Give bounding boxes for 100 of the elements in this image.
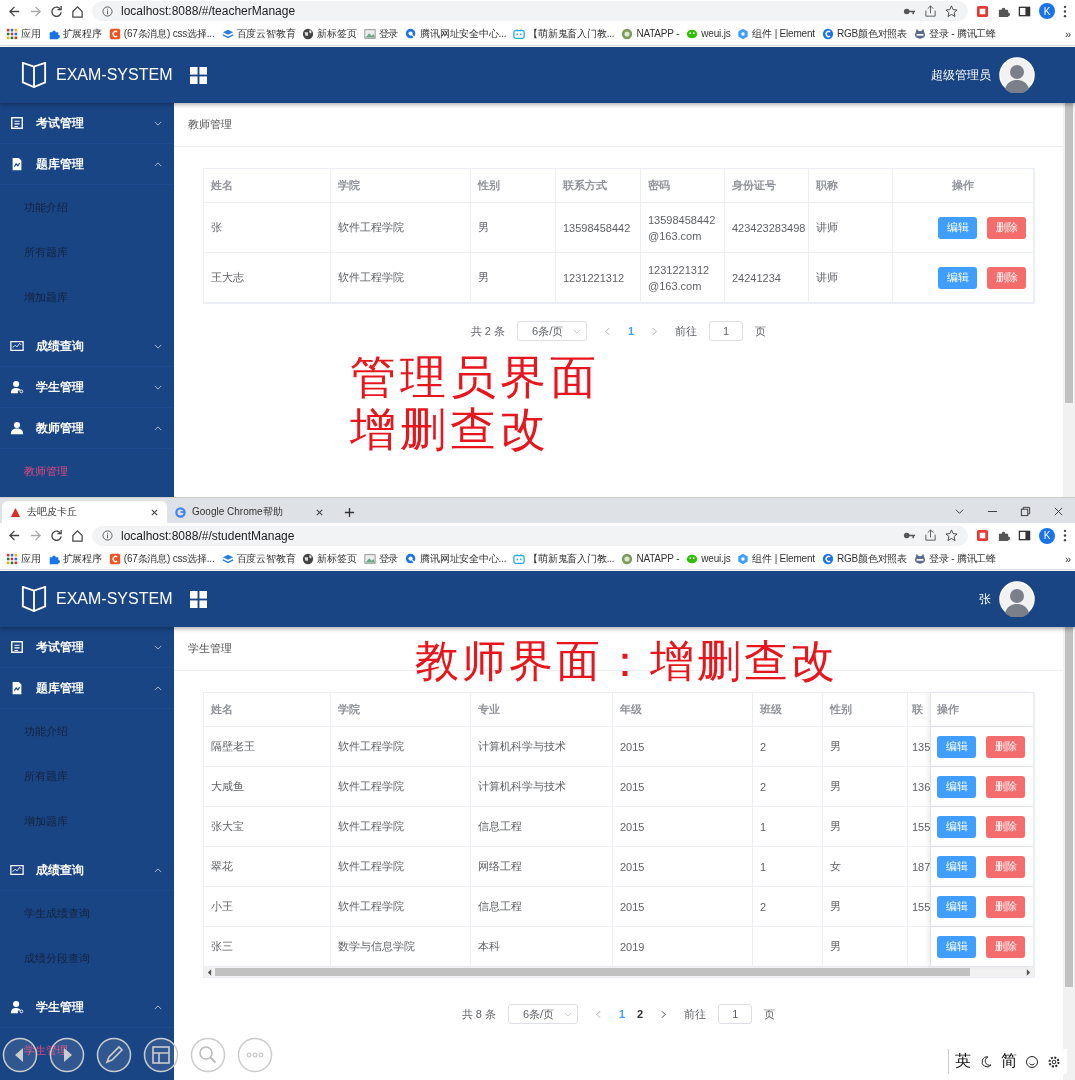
bookmark[interactable]: RGB颜色对照表 (821, 551, 907, 566)
breadcrumb[interactable]: 学生管理 (188, 641, 232, 656)
bookmark[interactable]: 扩展程序 (47, 26, 102, 41)
page-size-select[interactable]: 6条/页 (508, 1004, 578, 1024)
bookmark[interactable]: 百度云智教育 (221, 551, 296, 566)
bookmark[interactable]: 【萌新鬼畜入门教... (513, 551, 615, 566)
bookmark[interactable]: NATAPP - (621, 27, 680, 40)
menu-item[interactable]: 考试管理 (0, 627, 174, 668)
reload-icon[interactable] (50, 529, 63, 542)
star-icon[interactable] (945, 529, 958, 542)
avatar[interactable] (999, 57, 1035, 93)
chevron-down-icon[interactable] (954, 506, 965, 517)
bookmark[interactable]: 应用 (6, 26, 41, 41)
table-cell: 软件工程学院 (338, 270, 404, 285)
menu-item[interactable]: 学生管理 (0, 367, 174, 408)
emoji-icon[interactable] (1025, 1054, 1039, 1069)
hexagon-icon (737, 27, 750, 40)
bookmark[interactable]: 登录 - 腾讯工蜂 (914, 26, 997, 41)
bookmark[interactable]: 新标签页 (302, 26, 357, 41)
close-icon[interactable] (150, 507, 159, 517)
extension-icon[interactable] (976, 529, 989, 542)
home-icon[interactable] (71, 4, 84, 18)
layout-icon[interactable] (143, 1037, 179, 1073)
scroll-right-icon[interactable] (1026, 968, 1031, 976)
restore-icon[interactable] (1020, 506, 1031, 517)
grid-icon[interactable] (190, 590, 207, 608)
bookmark[interactable]: 登录 (363, 551, 399, 566)
bookmark[interactable]: 新标签页 (302, 551, 357, 566)
browser-tab[interactable]: 去吧皮卡丘 (2, 501, 167, 523)
sidebar-icon[interactable] (1018, 4, 1031, 18)
browser-tab[interactable]: Google Chrome帮助 (167, 501, 332, 523)
column-header: 身份证号 (725, 169, 809, 202)
bookmark[interactable]: NATAPP - (621, 552, 680, 565)
back-icon[interactable] (8, 4, 21, 18)
plus-icon[interactable] (344, 507, 355, 518)
menu-item[interactable]: 成绩查询 (0, 850, 174, 891)
page-input[interactable]: 1 (709, 321, 744, 341)
back-icon[interactable] (8, 529, 21, 542)
ime-language[interactable]: 英 (955, 1051, 971, 1072)
table-cell: 大咸鱼 (211, 779, 244, 794)
user-name[interactable]: 张 (979, 590, 991, 608)
bookmark[interactable]: RGB颜色对照表 (821, 26, 907, 41)
reload-icon[interactable] (50, 4, 63, 18)
breadcrumb[interactable]: 教师管理 (188, 117, 232, 132)
share-icon[interactable] (924, 4, 937, 18)
address-field[interactable]: localhost:8088/#/teacherManage (92, 1, 968, 21)
scrollbar[interactable] (1063, 103, 1075, 497)
menu-item[interactable]: 学生管理 (0, 987, 174, 1028)
user-name[interactable]: 超级管理员 (931, 66, 991, 84)
sidebar-icon[interactable] (1018, 529, 1031, 542)
bookmark[interactable]: 应用 (6, 551, 41, 566)
more-icon[interactable] (1063, 529, 1067, 542)
chevron-right-icon[interactable] (661, 1009, 667, 1019)
bookmark[interactable]: weui.js (686, 552, 731, 565)
puzzle-icon[interactable] (997, 529, 1010, 542)
avatar[interactable] (999, 581, 1035, 617)
pen-icon[interactable] (96, 1037, 132, 1073)
menu-item[interactable]: 考试管理 (0, 103, 174, 144)
grid-icon[interactable] (190, 66, 207, 84)
profile-avatar[interactable]: K (1039, 527, 1055, 544)
bookmark[interactable]: 扩展程序 (47, 551, 102, 566)
star-icon[interactable] (945, 4, 958, 18)
bookmark[interactable]: (67条消息) css选择... (108, 551, 215, 566)
bookmark[interactable]: 【萌新鬼畜入门教... (513, 26, 615, 41)
table-cell: 2 (760, 900, 767, 913)
bookmark[interactable]: 登录 (363, 26, 399, 41)
menu-item[interactable]: 成绩查询 (0, 326, 174, 367)
bookmark[interactable]: 组件 | Element (737, 551, 815, 566)
address-field[interactable]: localhost:8088/#/studentManage (92, 525, 968, 546)
more-bookmarks[interactable]: » (1064, 552, 1071, 565)
bookmark[interactable]: (67条消息) css选择... (108, 26, 215, 41)
menu-item[interactable]: 题库管理 (0, 668, 174, 709)
ring-icon (621, 27, 634, 40)
table-cell: 24241234 (732, 271, 781, 284)
bookmark[interactable]: 腾讯网址安全中心... (405, 26, 507, 41)
menu-item[interactable]: 题库管理 (0, 144, 174, 185)
close-icon[interactable] (1053, 506, 1064, 517)
scrollbar[interactable] (204, 967, 1034, 977)
bookmark[interactable]: 腾讯网址安全中心... (405, 551, 507, 566)
more-bookmarks[interactable]: » (1064, 27, 1071, 40)
share-icon[interactable] (924, 529, 937, 542)
bookmark[interactable]: 登录 - 腾讯工蜂 (914, 551, 997, 566)
menu-item[interactable]: 教师管理 (0, 408, 174, 449)
moon-icon[interactable] (979, 1054, 993, 1069)
settings-icon[interactable] (1047, 1054, 1061, 1069)
profile-avatar[interactable]: K (1039, 3, 1055, 19)
page-size-select[interactable]: 6条/页 (517, 321, 588, 341)
home-icon[interactable] (71, 529, 84, 542)
letter-tile-icon (108, 552, 121, 565)
bookmark[interactable]: 百度云智教育 (221, 26, 296, 41)
bookmark[interactable]: weui.js (686, 27, 731, 40)
bookmark[interactable]: 组件 | Element (737, 26, 815, 41)
close-icon[interactable] (315, 507, 324, 517)
page-number[interactable]: 2 (637, 1008, 644, 1020)
scroll-left-icon[interactable] (207, 968, 212, 976)
extension-icon[interactable] (976, 4, 989, 18)
more-icon[interactable] (1063, 4, 1067, 18)
ime-script[interactable]: 简 (1001, 1051, 1017, 1072)
page-input[interactable]: 1 (718, 1004, 753, 1024)
scrollbar[interactable] (1063, 627, 1075, 1080)
